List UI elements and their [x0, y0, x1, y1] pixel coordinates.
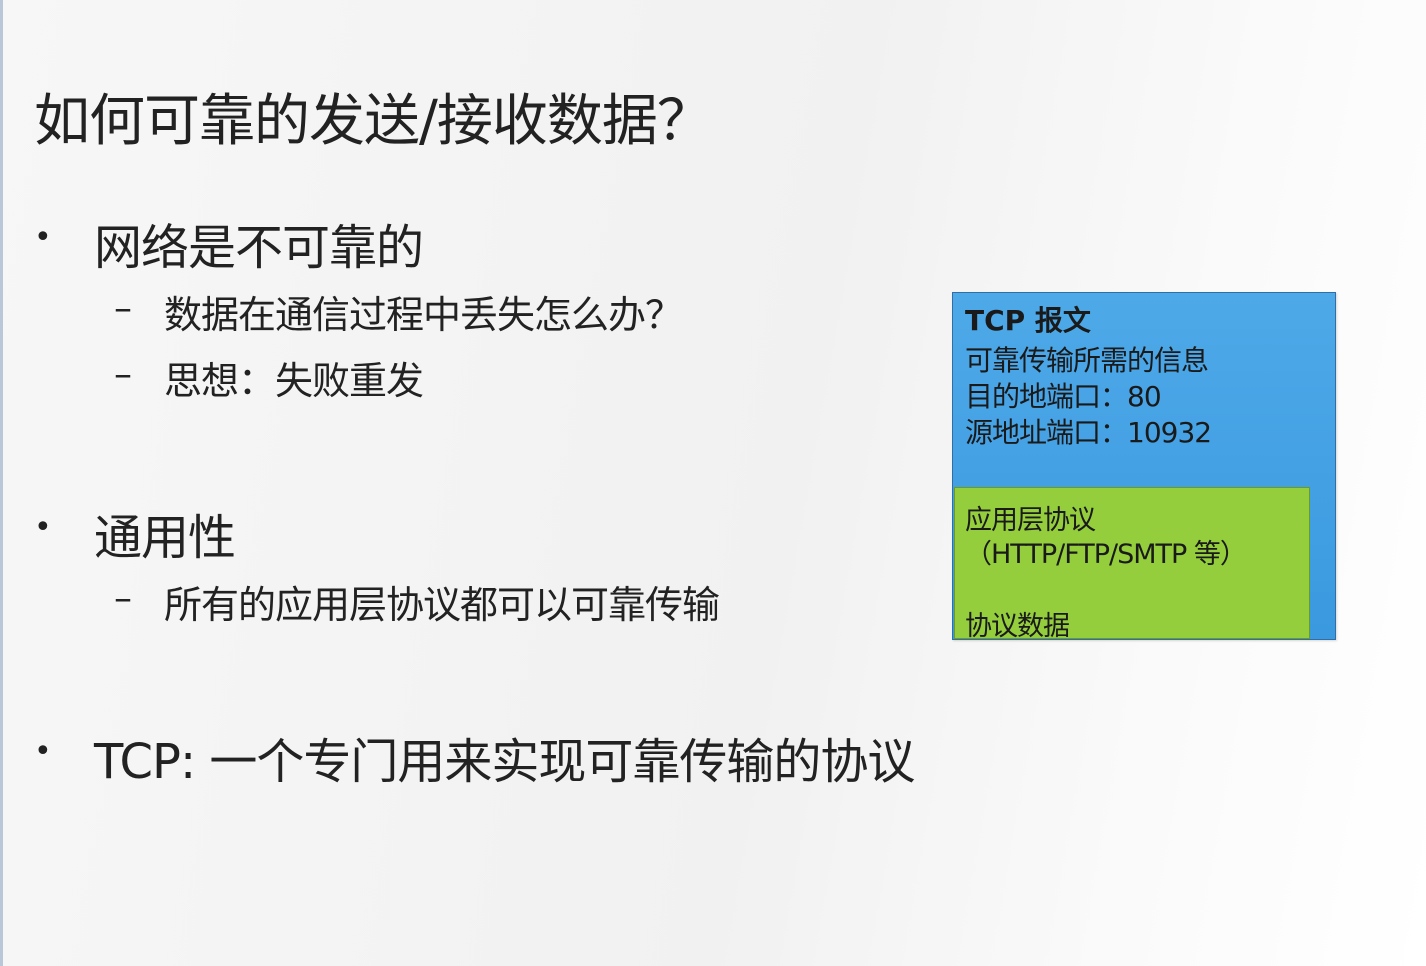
application-layer-box: 应用层协议 （HTTP/FTP/SMTP 等） 协议数据	[954, 487, 1310, 642]
app-protocol-examples: （HTTP/FTP/SMTP 等）	[965, 539, 1247, 570]
bullet-network-unreliable: 网络是不可靠的	[94, 220, 424, 276]
slide-left-border	[0, 0, 3, 966]
bullet-tcp-definition: TCP: 一个专门用来实现可靠传输的协议	[94, 734, 915, 790]
bullet-dot: •	[34, 220, 52, 255]
app-protocol-data: 协议数据	[965, 611, 1070, 642]
tcp-packet-box: TCP 报文 可靠传输所需的信息 目的地端口：80 源地址端口：10932 应用…	[952, 292, 1336, 642]
slide-title: 如何可靠的发送/接收数据？	[34, 89, 713, 154]
sub-bullet-data-loss: 数据在通信过程中丢失怎么办？	[164, 293, 683, 337]
tcp-packet-title: TCP 报文	[965, 304, 1091, 337]
tcp-dest-port: 目的地端口：80	[965, 380, 1162, 413]
sub-bullet-all-protocols: 所有的应用层协议都可以可靠传输	[164, 583, 720, 627]
bullet-dot: •	[34, 734, 52, 769]
sub-bullet-dash: –	[114, 578, 132, 619]
bullet-generality: 通用性	[94, 510, 236, 566]
tcp-source-port: 源地址端口：10932	[965, 416, 1212, 449]
tcp-reliable-info: 可靠传输所需的信息	[965, 344, 1209, 377]
sub-bullet-retry-idea: 思想：失败重发	[164, 359, 424, 403]
sub-bullet-dash: –	[114, 354, 132, 395]
sub-bullet-dash: –	[114, 288, 132, 329]
bullet-dot: •	[34, 510, 52, 545]
